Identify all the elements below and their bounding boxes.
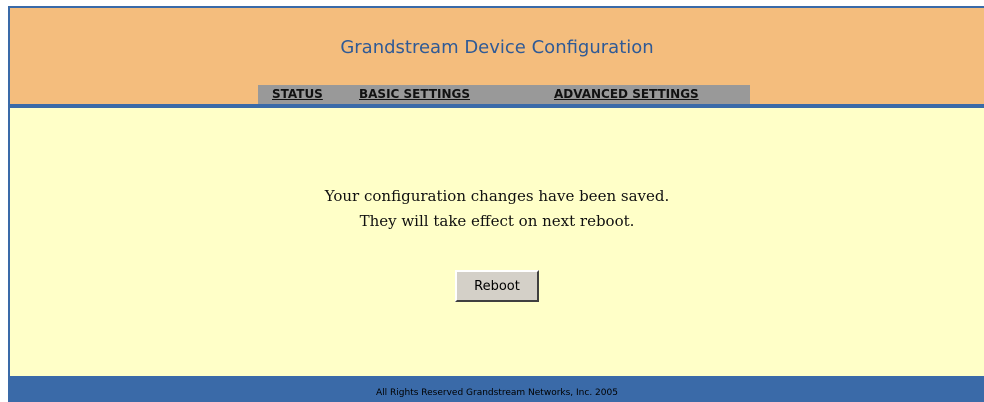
- config-page: Grandstream Device Configuration STATUS …: [8, 6, 984, 402]
- nav-link-advanced-settings[interactable]: ADVANCED SETTINGS: [554, 87, 699, 101]
- page-footer: All Rights Reserved Grandstream Networks…: [10, 376, 984, 402]
- nav-bar: STATUS BASIC SETTINGS ADVANCED SETTINGS: [258, 85, 750, 106]
- page-header: Grandstream Device Configuration STATUS …: [10, 6, 984, 106]
- copyright-text: All Rights Reserved Grandstream Networks…: [376, 388, 618, 398]
- main-content: Your configuration changes have been sav…: [10, 108, 984, 376]
- nav-link-basic-settings[interactable]: BASIC SETTINGS: [359, 87, 470, 101]
- reboot-button[interactable]: Reboot: [455, 270, 539, 302]
- page-title: Grandstream Device Configuration: [340, 37, 654, 58]
- reboot-notice: They will take effect on next reboot.: [359, 212, 635, 230]
- nav-link-status[interactable]: STATUS: [272, 87, 323, 101]
- saved-message: Your configuration changes have been sav…: [324, 187, 670, 205]
